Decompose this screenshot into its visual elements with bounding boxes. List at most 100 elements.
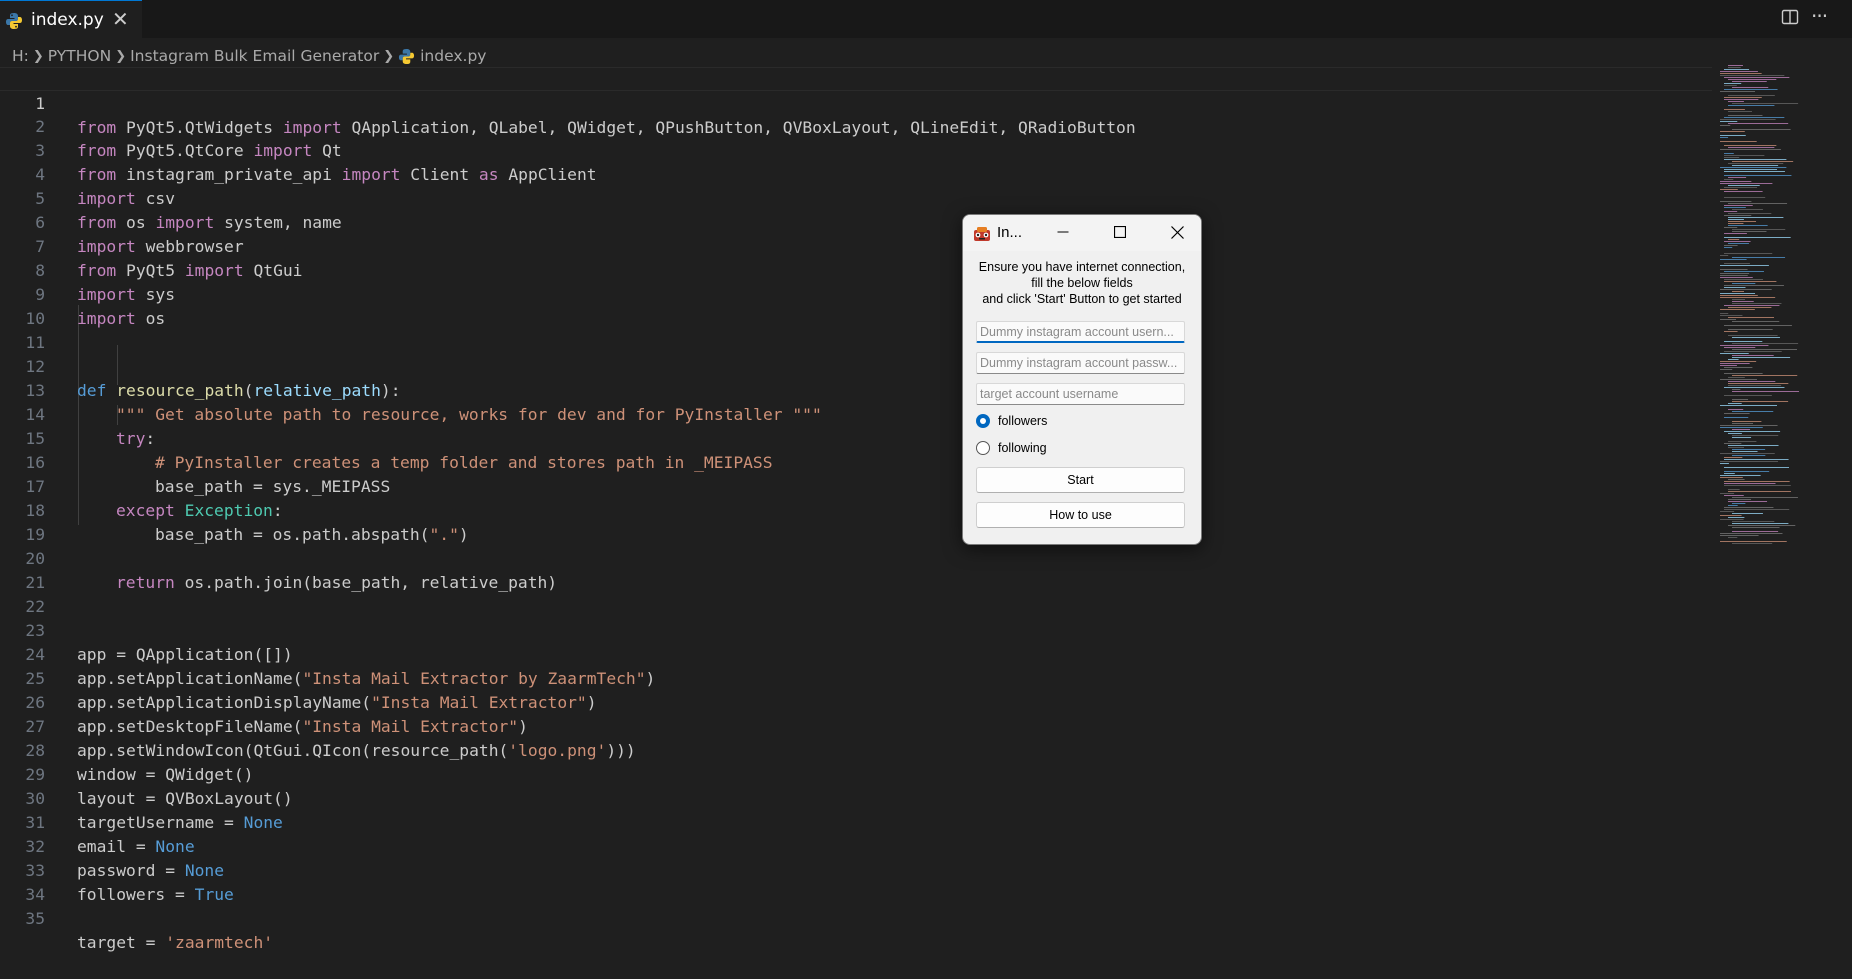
python-file-icon xyxy=(398,48,415,65)
close-icon[interactable] xyxy=(1154,215,1200,249)
minimap-line xyxy=(1728,221,1757,222)
minimap-line xyxy=(1728,111,1753,112)
split-editor-icon[interactable] xyxy=(1781,8,1799,31)
minimap-line xyxy=(1728,491,1791,492)
radio-followers-label: followers xyxy=(998,414,1048,428)
minimize-icon[interactable] xyxy=(1040,215,1086,249)
minimap-line xyxy=(1732,321,1780,322)
minimap-line xyxy=(1724,367,1753,368)
minimap-line xyxy=(1720,125,1731,126)
minimap-line xyxy=(1732,81,1767,82)
code-line: 3 from instagram_private_api import Clie… xyxy=(0,115,1712,184)
minimap-line xyxy=(1728,219,1744,220)
minimap-line xyxy=(1720,73,1762,74)
minimap-line xyxy=(1720,533,1783,534)
minimap-line xyxy=(1720,313,1729,314)
breadcrumb-item[interactable]: H: xyxy=(12,47,29,65)
minimap-line xyxy=(1724,153,1734,154)
minimap-line xyxy=(1732,523,1789,524)
minimap-line xyxy=(1724,431,1781,432)
username-input[interactable] xyxy=(976,321,1185,343)
minimap-line xyxy=(1724,473,1735,474)
code-editor[interactable]: 1 from PyQt5.QtWidgets import QApplicati… xyxy=(0,67,1712,952)
minimap-line xyxy=(1728,505,1738,506)
minimap-line xyxy=(1732,283,1756,284)
minimap-line xyxy=(1720,255,1729,256)
minimap-line xyxy=(1720,369,1733,370)
radio-following[interactable]: following xyxy=(976,441,1047,455)
maximize-icon[interactable] xyxy=(1097,215,1143,249)
minimap-line xyxy=(1724,245,1738,246)
minimap-line xyxy=(1720,453,1775,454)
line-number: 35 xyxy=(25,909,45,928)
minimap-line xyxy=(1732,375,1798,376)
minimap-line xyxy=(1720,277,1753,278)
start-button[interactable]: Start xyxy=(976,467,1185,493)
code-line: 19 xyxy=(0,499,1712,544)
code-line: 9 import os xyxy=(0,259,1712,328)
minimap-line xyxy=(1732,343,1799,344)
minimap-line xyxy=(1728,537,1738,538)
minimap-line xyxy=(1732,389,1741,390)
minimap-line xyxy=(1720,141,1757,142)
minimap-line xyxy=(1720,353,1749,354)
minimap-line xyxy=(1720,119,1776,120)
minimap-line xyxy=(1724,325,1792,326)
python-file-icon xyxy=(5,12,23,34)
minimap-line xyxy=(1724,155,1765,156)
minimap-line xyxy=(1728,243,1749,244)
minimap-line xyxy=(1720,541,1787,542)
minimap-line xyxy=(1732,129,1791,130)
breadcrumb-file[interactable]: index.py xyxy=(398,47,486,65)
breadcrumb-item[interactable]: Instagram Bulk Email Generator xyxy=(130,47,379,65)
minimap-line xyxy=(1724,347,1756,348)
minimap-line xyxy=(1724,285,1784,286)
minimap-line xyxy=(1724,351,1782,352)
password-input[interactable] xyxy=(976,352,1185,374)
minimap-line xyxy=(1720,315,1743,316)
minimap-line xyxy=(1720,289,1772,290)
minimap-line xyxy=(1724,109,1745,110)
minimap-line xyxy=(1720,135,1746,136)
minimap-line xyxy=(1720,259,1747,260)
tab-label: index.py xyxy=(31,10,104,30)
breadcrumb-item[interactable]: PYTHON xyxy=(48,47,111,65)
minimap-line xyxy=(1728,441,1757,442)
minimap-line xyxy=(1720,511,1735,512)
minimap-line xyxy=(1728,225,1768,226)
minimap-line xyxy=(1720,293,1756,294)
minimap-line xyxy=(1732,349,1797,350)
minimap-line xyxy=(1732,299,1746,300)
tab-index-py[interactable]: index.py ✕ xyxy=(0,0,142,38)
minimap-line xyxy=(1720,519,1744,520)
target-username-input[interactable] xyxy=(976,383,1185,405)
minimap-line xyxy=(1724,187,1758,188)
close-tab-icon[interactable]: ✕ xyxy=(112,7,129,31)
window-title-bar[interactable]: In... xyxy=(963,215,1201,251)
minimap-line xyxy=(1724,83,1742,84)
how-to-use-button[interactable]: How to use xyxy=(976,502,1185,528)
minimap-line xyxy=(1724,341,1763,342)
minimap-line xyxy=(1720,181,1752,182)
more-actions-icon[interactable]: ··· xyxy=(1811,4,1828,28)
code-line: 31 email = None xyxy=(0,787,1712,856)
code-line: 8 import sys xyxy=(0,235,1712,304)
code-line: 16 base_path = sys._MEIPASS xyxy=(0,427,1712,496)
code-line: 1 from PyQt5.QtWidgets import QApplicati… xyxy=(0,67,1712,137)
minimap-line xyxy=(1724,471,1770,472)
radio-followers[interactable]: followers xyxy=(976,414,1047,428)
code-line: 32 password = None xyxy=(0,811,1712,880)
minimap-line xyxy=(1724,483,1776,484)
minimap[interactable] xyxy=(1718,65,1838,585)
minimap-line xyxy=(1724,175,1792,176)
minimap-line xyxy=(1724,305,1780,306)
minimap-line xyxy=(1720,493,1735,494)
code-line: 28 window = QWidget() xyxy=(0,715,1712,784)
minimap-line xyxy=(1728,433,1742,434)
minimap-line xyxy=(1728,123,1789,124)
app-window[interactable]: In... Ensure you have internet connectio… xyxy=(962,214,1202,545)
code-line: 10 xyxy=(0,283,1712,328)
minimap-line xyxy=(1728,479,1745,480)
breadcrumb-file-label: index.py xyxy=(420,47,487,65)
code-line: 7 from PyQt5 import QtGui xyxy=(0,211,1712,280)
